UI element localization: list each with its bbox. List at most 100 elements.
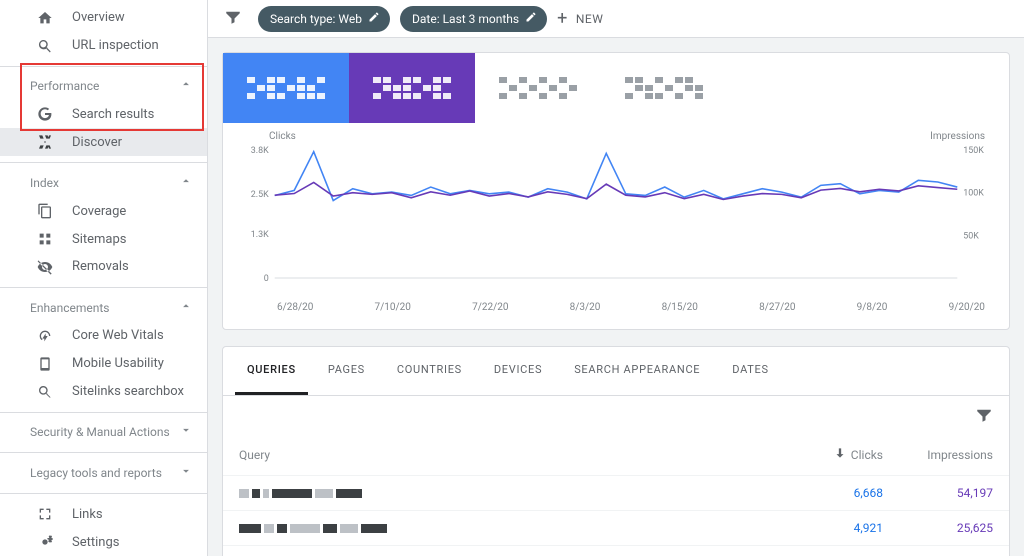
nav-hdr-label: Legacy tools and reports bbox=[30, 466, 162, 480]
svg-text:1.3K: 1.3K bbox=[251, 230, 269, 240]
nav-hdr-legacy[interactable]: Legacy tools and reports bbox=[0, 459, 207, 487]
svg-text:3.8K: 3.8K bbox=[251, 146, 269, 156]
tab-pages[interactable]: PAGES bbox=[316, 347, 377, 395]
nav-discover[interactable]: Discover bbox=[0, 128, 207, 156]
tab-queries[interactable]: QUERIES bbox=[235, 347, 308, 395]
chevron-down-icon bbox=[179, 423, 193, 441]
cell-clicks: 6,668 bbox=[773, 486, 883, 500]
chart-container: Clicks Impressions 3.8K2.5K1.3K0150K100K… bbox=[223, 123, 1009, 329]
metric-impressions[interactable] bbox=[349, 53, 475, 123]
tab-search-appearance[interactable]: SEARCH APPEARANCE bbox=[562, 347, 712, 395]
home-icon bbox=[36, 9, 54, 27]
y-axis-left-label: Clicks bbox=[269, 131, 296, 142]
nav-label: Search results bbox=[72, 107, 154, 122]
svg-text:0: 0 bbox=[264, 274, 269, 284]
nav-label: Links bbox=[72, 507, 103, 522]
tab-dates[interactable]: DATES bbox=[720, 347, 780, 395]
chevron-up-icon bbox=[179, 174, 193, 192]
table-row[interactable]: 3,644 27,626 bbox=[223, 545, 1009, 556]
speed-icon bbox=[36, 327, 54, 345]
table-row[interactable]: 6,668 54,197 bbox=[223, 475, 1009, 510]
nav-label: Overview bbox=[72, 10, 125, 25]
nav-cwv[interactable]: Core Web Vitals bbox=[0, 322, 207, 350]
nav-hdr-security[interactable]: Security & Manual Actions bbox=[0, 419, 207, 447]
table-row[interactable]: 4,921 25,625 bbox=[223, 510, 1009, 545]
add-filter-button[interactable]: + NEW bbox=[557, 10, 603, 28]
nav-label: Coverage bbox=[72, 204, 126, 219]
table-header: Query Clicks Impressions bbox=[223, 438, 1009, 475]
chip-date[interactable]: Date: Last 3 months bbox=[400, 6, 547, 32]
obfuscated-text bbox=[239, 488, 773, 498]
nav-overview[interactable]: Overview bbox=[0, 4, 207, 32]
mobile-icon bbox=[36, 355, 54, 373]
metric-ctr[interactable] bbox=[475, 53, 601, 123]
nav-hdr-label: Enhancements bbox=[30, 301, 110, 315]
obfuscated-text bbox=[625, 77, 703, 99]
search-icon bbox=[36, 383, 54, 401]
sidebar: Overview URL inspection Performance Sear… bbox=[0, 0, 208, 556]
content-area: Clicks Impressions 3.8K2.5K1.3K0150K100K… bbox=[208, 38, 1024, 556]
nav-sitemaps[interactable]: Sitemaps bbox=[0, 225, 207, 253]
nav-label: Discover bbox=[72, 135, 122, 150]
pencil-icon bbox=[525, 11, 537, 26]
obfuscated-text bbox=[239, 523, 773, 533]
discover-icon bbox=[36, 133, 54, 151]
svg-text:150K: 150K bbox=[963, 146, 984, 156]
nav-hdr-performance[interactable]: Performance bbox=[0, 73, 207, 101]
nav-settings[interactable]: Settings bbox=[0, 528, 207, 556]
nav-search-results[interactable]: Search results bbox=[0, 100, 207, 128]
cell-impressions: 54,197 bbox=[883, 486, 993, 500]
nav-hdr-label: Security & Manual Actions bbox=[30, 425, 170, 439]
filter-icon[interactable] bbox=[224, 8, 242, 30]
nav-label: Sitemaps bbox=[72, 232, 127, 247]
gear-icon bbox=[36, 533, 54, 551]
tab-countries[interactable]: COUNTRIES bbox=[385, 347, 474, 395]
nav-label: Settings bbox=[72, 535, 119, 550]
table-card: QUERIES PAGES COUNTRIES DEVICES SEARCH A… bbox=[222, 346, 1010, 556]
nav-mobile[interactable]: Mobile Usability bbox=[0, 350, 207, 378]
obfuscated-text bbox=[499, 77, 577, 99]
cell-clicks: 4,921 bbox=[773, 521, 883, 535]
filter-bar: Search type: Web Date: Last 3 months + N… bbox=[208, 0, 1024, 38]
nav-hdr-enhancements[interactable]: Enhancements bbox=[0, 294, 207, 322]
nav-label: Mobile Usability bbox=[72, 356, 164, 371]
metric-clicks[interactable] bbox=[223, 53, 349, 123]
nav-url-inspection[interactable]: URL inspection bbox=[0, 32, 207, 60]
tab-devices[interactable]: DEVICES bbox=[482, 347, 554, 395]
line-chart: 3.8K2.5K1.3K0150K100K50K bbox=[239, 144, 993, 294]
chevron-down-icon bbox=[179, 464, 193, 482]
sitemaps-icon bbox=[36, 230, 54, 248]
obfuscated-text bbox=[247, 77, 325, 99]
chip-label: Search type: Web bbox=[270, 12, 362, 26]
chip-search-type[interactable]: Search type: Web bbox=[258, 6, 390, 32]
nav-hdr-label: Performance bbox=[30, 79, 99, 93]
th-clicks[interactable]: Clicks bbox=[773, 446, 883, 463]
nav-hdr-index[interactable]: Index bbox=[0, 169, 207, 197]
chevron-up-icon bbox=[179, 77, 193, 95]
cell-impressions: 25,625 bbox=[883, 521, 993, 535]
removals-icon bbox=[36, 258, 54, 276]
chart-card: Clicks Impressions 3.8K2.5K1.3K0150K100K… bbox=[222, 52, 1010, 330]
chip-label: Date: Last 3 months bbox=[412, 12, 519, 26]
google-g-icon bbox=[36, 105, 54, 123]
metric-tiles bbox=[223, 53, 1009, 123]
th-query[interactable]: Query bbox=[239, 448, 773, 462]
nav-label: Core Web Vitals bbox=[72, 328, 164, 343]
plus-icon: + bbox=[557, 10, 568, 28]
chevron-up-icon bbox=[179, 299, 193, 317]
nav-hdr-label: Index bbox=[30, 176, 59, 190]
metric-position[interactable] bbox=[601, 53, 727, 123]
nav-links[interactable]: Links bbox=[0, 500, 207, 528]
nav-sitelinks[interactable]: Sitelinks searchbox bbox=[0, 378, 207, 406]
new-label: NEW bbox=[576, 12, 604, 26]
nav-coverage[interactable]: Coverage bbox=[0, 197, 207, 225]
th-impressions[interactable]: Impressions bbox=[883, 448, 993, 462]
obfuscated-text bbox=[373, 77, 451, 99]
filter-icon[interactable] bbox=[975, 406, 993, 428]
nav-label: Sitelinks searchbox bbox=[72, 384, 184, 399]
nav-removals[interactable]: Removals bbox=[0, 253, 207, 281]
y-axis-right-label: Impressions bbox=[930, 131, 985, 142]
nav-label: URL inspection bbox=[72, 38, 159, 53]
sort-desc-icon bbox=[833, 446, 847, 463]
pencil-icon bbox=[368, 11, 380, 26]
